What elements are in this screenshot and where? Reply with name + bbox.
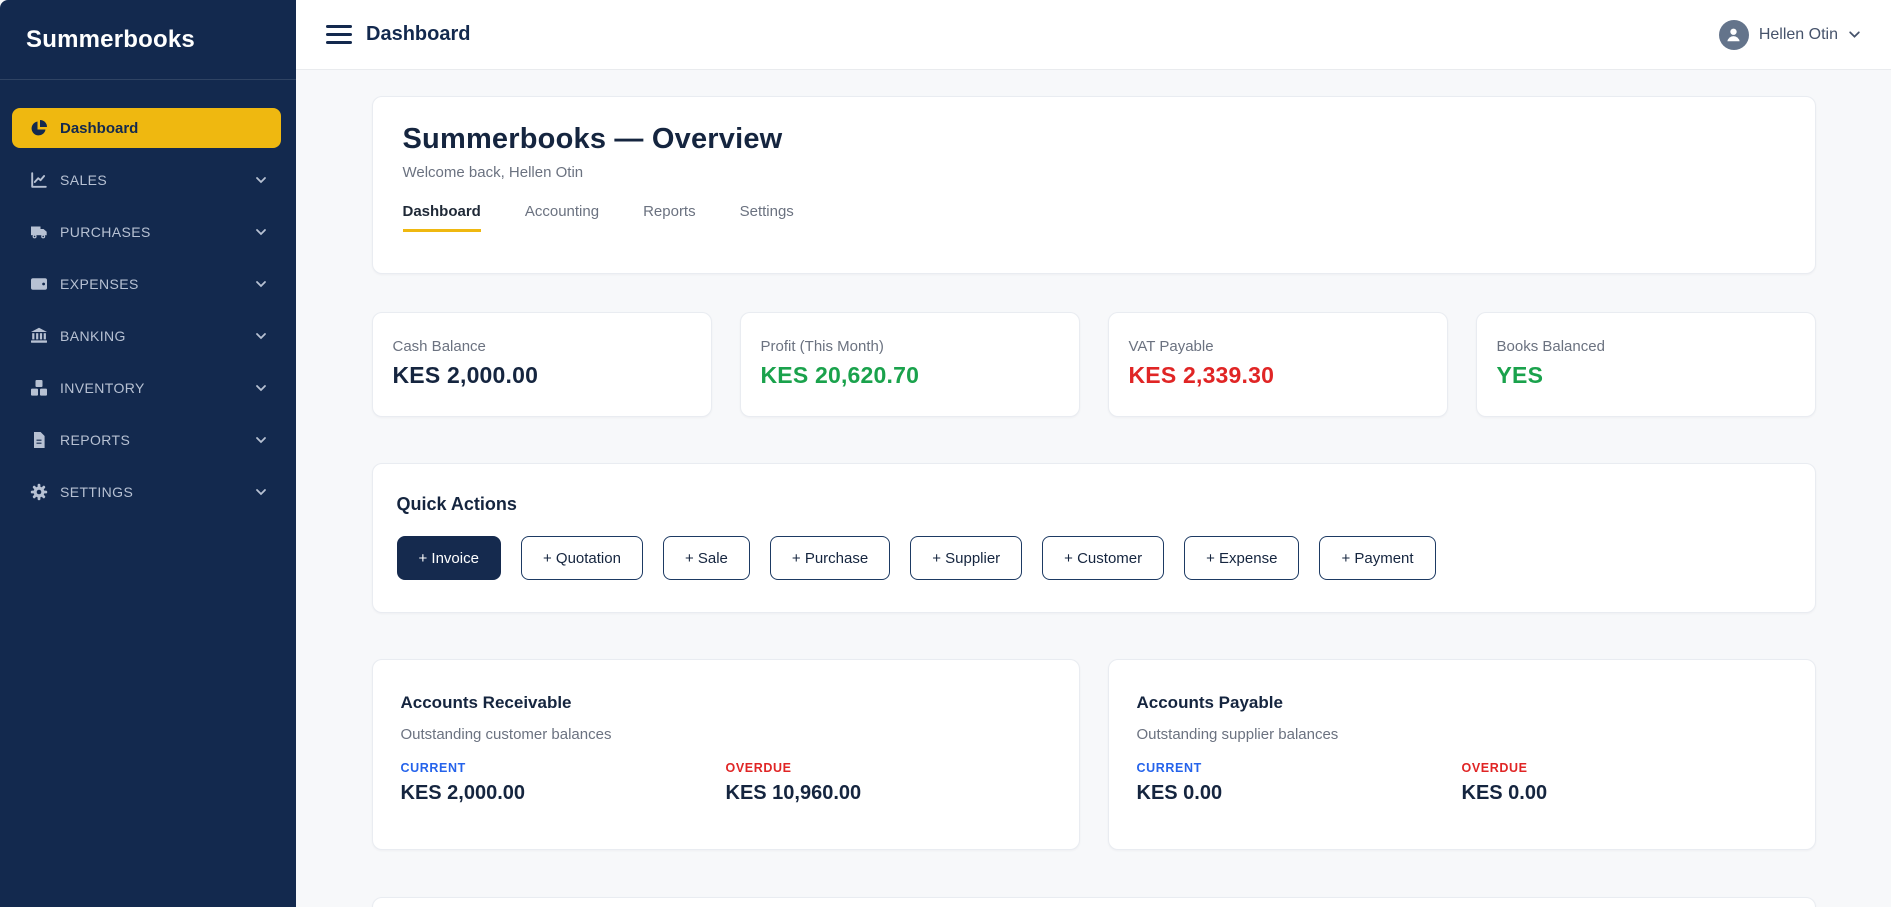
new-sale-button[interactable]: + Sale [663,536,750,580]
current-label: CURRENT [1137,761,1462,775]
tab-reports[interactable]: Reports [643,203,696,232]
gear-icon [30,483,48,501]
page-title: Summerbooks — Overview [403,123,1785,156]
receivable-overdue: OVERDUE KES 10,960.00 [726,761,1051,805]
hamburger-menu-icon[interactable] [326,25,352,44]
main-content: Summerbooks — Overview Welcome back, Hel… [296,70,1891,907]
kpi-value: YES [1497,362,1795,389]
bottom-card-partial [372,897,1816,907]
sidebar-item-label: SETTINGS [60,484,255,500]
receivable-current: CURRENT KES 2,000.00 [401,761,726,805]
current-value: KES 0.00 [1137,782,1462,805]
chevron-down-icon [255,486,267,498]
sidebar-item-expenses[interactable]: EXPENSES [12,264,281,304]
kpi-value: KES 2,339.30 [1129,362,1427,389]
new-payment-button[interactable]: + Payment [1319,536,1435,580]
chart-line-icon [30,171,48,189]
overdue-label: OVERDUE [726,761,1051,775]
sidebar-item-label: Dashboard [60,120,267,137]
chevron-down-icon [255,226,267,238]
topbar: Dashboard Hellen Otin [296,0,1891,70]
new-invoice-button[interactable]: + Invoice [397,536,501,580]
accounts-receivable-title: Accounts Receivable [401,693,1051,713]
chevron-down-icon [255,434,267,446]
new-quotation-button[interactable]: + Quotation [521,536,643,580]
app-logo-wrap: Summerbooks [0,0,296,80]
sidebar-nav: Dashboard SALES PURCHASES EXPENSES [0,80,296,512]
sidebar-item-inventory[interactable]: INVENTORY [12,368,281,408]
payable-overdue: OVERDUE KES 0.00 [1462,761,1787,805]
kpi-card-vat-payable: VAT Payable KES 2,339.30 [1108,312,1448,417]
accounts-receivable-card: Accounts Receivable Outstanding customer… [372,659,1080,850]
user-name: Hellen Otin [1759,26,1838,44]
overdue-label: OVERDUE [1462,761,1787,775]
chevron-down-icon [255,174,267,186]
overdue-value: KES 0.00 [1462,782,1787,805]
quick-actions-card: Quick Actions + Invoice + Quotation + Sa… [372,463,1816,613]
sidebar-item-banking[interactable]: BANKING [12,316,281,356]
user-menu[interactable]: Hellen Otin [1719,20,1861,50]
accounts-payable-card: Accounts Payable Outstanding supplier ba… [1108,659,1816,850]
quick-actions-title: Quick Actions [397,494,1791,515]
avatar [1719,20,1749,50]
current-value: KES 2,000.00 [401,782,726,805]
new-expense-button[interactable]: + Expense [1184,536,1299,580]
kpi-card-books-balanced: Books Balanced YES [1476,312,1816,417]
sidebar-item-purchases[interactable]: PURCHASES [12,212,281,252]
tab-dashboard[interactable]: Dashboard [403,203,481,232]
wallet-icon [30,275,48,293]
new-supplier-button[interactable]: + Supplier [910,536,1022,580]
kpi-label: Books Balanced [1497,338,1795,355]
bank-icon [30,327,48,345]
topbar-title: Dashboard [366,23,470,46]
kpi-label: Profit (This Month) [761,338,1059,355]
pie-chart-icon [30,119,48,137]
app-logo: Summerbooks [26,26,195,54]
page-subtitle: Welcome back, Hellen Otin [403,164,1785,181]
kpi-card-cash-balance: Cash Balance KES 2,000.00 [372,312,712,417]
sidebar-item-label: SALES [60,172,255,188]
accounts-receivable-subtitle: Outstanding customer balances [401,726,1051,743]
tab-accounting[interactable]: Accounting [525,203,599,232]
truck-icon [30,223,48,241]
chevron-down-icon [1848,28,1861,41]
kpi-row: Cash Balance KES 2,000.00 Profit (This M… [372,312,1816,417]
sidebar: Summerbooks Dashboard SALES PURCHASES [0,0,296,907]
chevron-down-icon [255,330,267,342]
sidebar-item-dashboard[interactable]: Dashboard [12,108,281,148]
quick-actions-buttons: + Invoice + Quotation + Sale + Purchase … [397,536,1791,580]
kpi-value: KES 20,620.70 [761,362,1059,389]
tab-bar: Dashboard Accounting Reports Settings [403,203,1785,232]
kpi-label: Cash Balance [393,338,691,355]
chevron-down-icon [255,278,267,290]
overview-header-card: Summerbooks — Overview Welcome back, Hel… [372,96,1816,274]
accounts-row: Accounts Receivable Outstanding customer… [372,659,1816,850]
kpi-card-profit: Profit (This Month) KES 20,620.70 [740,312,1080,417]
sidebar-item-label: INVENTORY [60,380,255,396]
sidebar-item-label: BANKING [60,328,255,344]
kpi-value: KES 2,000.00 [393,362,691,389]
kpi-label: VAT Payable [1129,338,1427,355]
sidebar-item-label: REPORTS [60,432,255,448]
sidebar-item-sales[interactable]: SALES [12,160,281,200]
file-icon [30,431,48,449]
accounts-payable-title: Accounts Payable [1137,693,1787,713]
sidebar-item-settings[interactable]: SETTINGS [12,472,281,512]
payable-current: CURRENT KES 0.00 [1137,761,1462,805]
sidebar-item-label: PURCHASES [60,224,255,240]
current-label: CURRENT [401,761,726,775]
boxes-icon [30,379,48,397]
new-customer-button[interactable]: + Customer [1042,536,1164,580]
chevron-down-icon [255,382,267,394]
sidebar-item-label: EXPENSES [60,276,255,292]
overdue-value: KES 10,960.00 [726,782,1051,805]
accounts-payable-subtitle: Outstanding supplier balances [1137,726,1787,743]
tab-settings[interactable]: Settings [740,203,794,232]
sidebar-item-reports[interactable]: REPORTS [12,420,281,460]
new-purchase-button[interactable]: + Purchase [770,536,890,580]
